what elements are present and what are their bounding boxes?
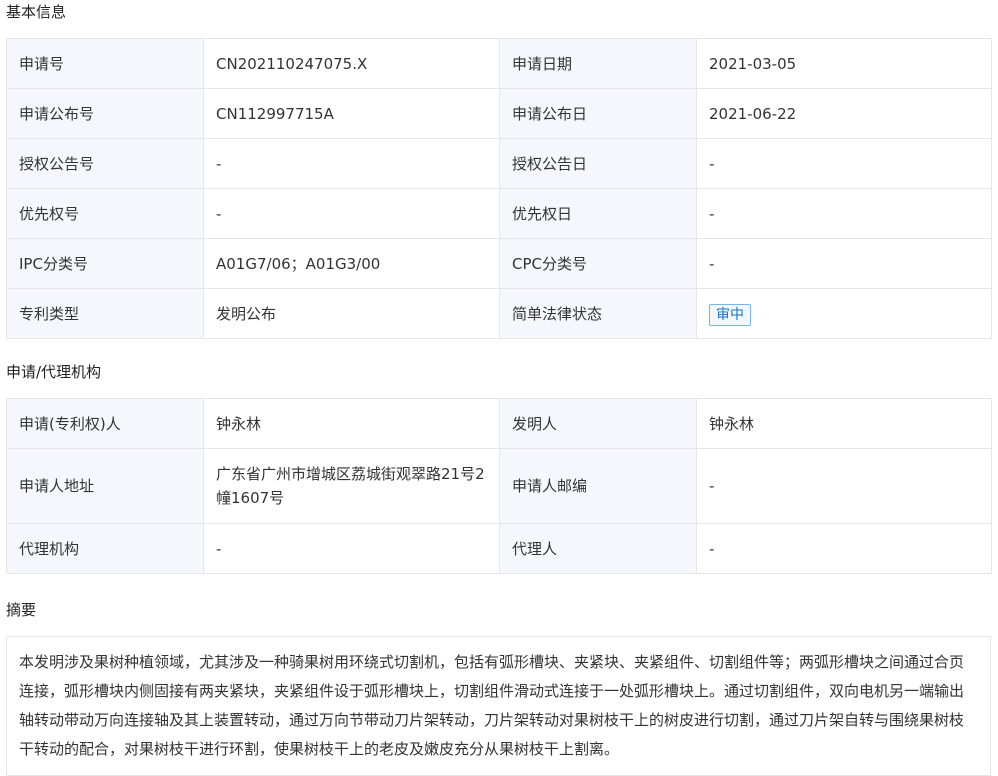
field-label: 优先权日 bbox=[499, 188, 697, 239]
field-label: 代理机构 bbox=[6, 523, 204, 574]
section-title-basic-info: 基本信息 bbox=[6, 3, 67, 21]
field-label: 申请人邮编 bbox=[499, 448, 697, 524]
field-value: CN112997715A bbox=[203, 88, 500, 139]
field-label: 申请公布号 bbox=[6, 88, 204, 139]
field-value: 2021-03-05 bbox=[696, 38, 992, 89]
field-label: 申请公布日 bbox=[499, 88, 697, 139]
field-value: - bbox=[696, 523, 992, 574]
table-row: 专利类型 发明公布 简单法律状态 审中 bbox=[6, 288, 992, 339]
field-value: - bbox=[696, 188, 992, 239]
table-row: 申请人地址 广东省广州市增城区荔城街观翠路21号2幢1607号 申请人邮编 - bbox=[6, 448, 992, 524]
table-row: 授权公告号 - 授权公告日 - bbox=[6, 138, 992, 189]
field-label: 申请号 bbox=[6, 38, 204, 89]
field-value: 广东省广州市增城区荔城街观翠路21号2幢1607号 bbox=[203, 448, 500, 524]
field-value: 2021-06-22 bbox=[696, 88, 992, 139]
field-label: 授权公告号 bbox=[6, 138, 204, 189]
field-value: 发明公布 bbox=[203, 288, 500, 339]
field-label: 申请日期 bbox=[499, 38, 697, 89]
field-value: 钟永林 bbox=[203, 398, 500, 449]
table-row: 申请公布号 CN112997715A 申请公布日 2021-06-22 bbox=[6, 88, 992, 139]
table-row: 申请(专利权)人 钟永林 发明人 钟永林 bbox=[6, 398, 992, 449]
table-row: IPC分类号 A01G7/06；A01G3/00 CPC分类号 - bbox=[6, 238, 992, 289]
basic-info-table: 申请号 CN202110247075.X 申请日期 2021-03-05 申请公… bbox=[6, 38, 992, 339]
field-label: 优先权号 bbox=[6, 188, 204, 239]
table-row: 优先权号 - 优先权日 - bbox=[6, 188, 992, 239]
field-label: 代理人 bbox=[499, 523, 697, 574]
field-value: - bbox=[696, 238, 992, 289]
field-value: CN202110247075.X bbox=[203, 38, 500, 89]
field-label: 申请人地址 bbox=[6, 448, 204, 524]
section-title-agency: 申请/代理机构 bbox=[6, 363, 102, 381]
field-value: - bbox=[203, 523, 500, 574]
abstract-text: 本发明涉及果树种植领域，尤其涉及一种骑果树用环绕式切割机，包括有弧形槽块、夹紧块… bbox=[6, 636, 991, 776]
field-value: - bbox=[203, 188, 500, 239]
table-row: 代理机构 - 代理人 - bbox=[6, 523, 992, 574]
field-label: 授权公告日 bbox=[499, 138, 697, 189]
field-label: 简单法律状态 bbox=[499, 288, 697, 339]
field-value: - bbox=[203, 138, 500, 189]
field-value: 钟永林 bbox=[696, 398, 992, 449]
field-value: - bbox=[696, 138, 992, 189]
legal-status-cell: 审中 bbox=[696, 288, 992, 339]
field-label: 专利类型 bbox=[6, 288, 204, 339]
field-label: IPC分类号 bbox=[6, 238, 204, 289]
field-value: - bbox=[696, 448, 992, 524]
field-label: 申请(专利权)人 bbox=[6, 398, 204, 449]
agency-table: 申请(专利权)人 钟永林 发明人 钟永林 申请人地址 广东省广州市增城区荔城街观… bbox=[6, 398, 992, 574]
table-row: 申请号 CN202110247075.X 申请日期 2021-03-05 bbox=[6, 38, 992, 89]
field-label: CPC分类号 bbox=[499, 238, 697, 289]
field-value: A01G7/06；A01G3/00 bbox=[203, 238, 500, 289]
field-label: 发明人 bbox=[499, 398, 697, 449]
legal-status-badge: 审中 bbox=[709, 303, 751, 326]
section-title-abstract: 摘要 bbox=[6, 601, 37, 619]
